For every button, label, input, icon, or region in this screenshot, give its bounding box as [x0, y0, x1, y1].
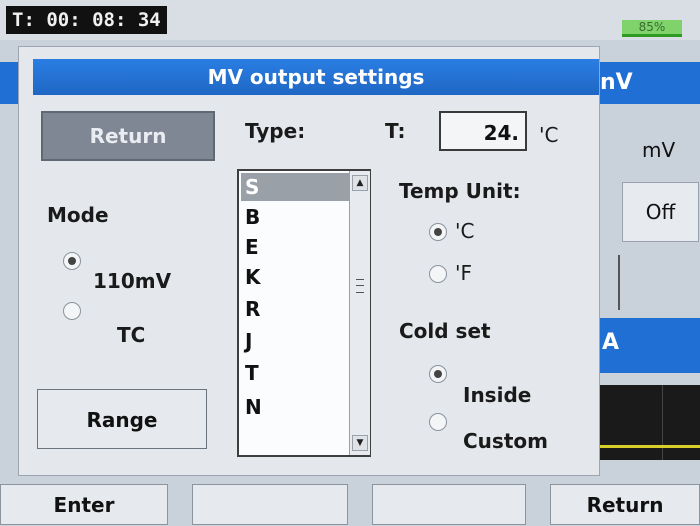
- off-button[interactable]: Off: [622, 182, 699, 242]
- mode-tc-label: TC: [117, 323, 146, 347]
- scroll-thumb[interactable]: [356, 279, 364, 293]
- cold-set-inside-label: Inside: [463, 383, 532, 407]
- temperature-value-field[interactable]: 24.: [439, 111, 527, 151]
- timer-display: T: 00: 08: 34: [6, 6, 167, 34]
- status-bar: T: 00: 08: 34 85%: [0, 0, 700, 40]
- temp-unit-f-label: 'F: [455, 261, 473, 285]
- scroll-down-icon[interactable]: ▼: [352, 435, 368, 451]
- list-item-s[interactable]: S: [241, 173, 349, 201]
- range-button[interactable]: Range: [37, 389, 207, 449]
- type-label: Type:: [245, 119, 306, 143]
- temp-unit-label: Temp Unit:: [399, 179, 521, 203]
- softkey-enter[interactable]: Enter: [0, 484, 168, 525]
- softkey-return[interactable]: Return: [550, 484, 700, 525]
- background-panel: A: [600, 318, 700, 373]
- cold-set-inside-radio[interactable]: [429, 365, 447, 383]
- softkey-2[interactable]: [192, 484, 348, 525]
- mv-output-settings-dialog: MV output settings Return Type: T: 24. '…: [18, 46, 600, 476]
- list-item-j[interactable]: J: [241, 327, 349, 355]
- list-item-b[interactable]: B: [241, 203, 349, 231]
- background-frame: [610, 255, 620, 310]
- list-item-n[interactable]: N: [241, 393, 349, 421]
- temp-unit-c-radio[interactable]: [429, 223, 447, 241]
- scroll-up-icon[interactable]: ▲: [352, 175, 368, 191]
- background-unit: mV: [642, 138, 676, 162]
- mode-110mv-radio[interactable]: [63, 252, 81, 270]
- t-label: T:: [385, 119, 406, 143]
- t-unit-label: 'C: [539, 123, 559, 147]
- graph-gridline: [662, 385, 663, 460]
- cold-set-custom-radio[interactable]: [429, 413, 447, 431]
- temp-unit-f-radio[interactable]: [429, 265, 447, 283]
- mode-110mv-label: 110mV: [93, 269, 172, 293]
- cold-set-label: Cold set: [399, 319, 491, 343]
- temp-unit-c-label: 'C: [455, 219, 475, 243]
- cold-set-custom-label: Custom: [463, 429, 548, 453]
- list-item-k[interactable]: K: [241, 263, 349, 291]
- softkey-3[interactable]: [372, 484, 526, 525]
- dialog-title: MV output settings: [33, 59, 599, 95]
- battery-indicator: 85%: [622, 20, 682, 37]
- graph-trace: [600, 445, 700, 448]
- list-item-t[interactable]: T: [241, 359, 349, 387]
- background-title: nV: [600, 70, 633, 95]
- list-item-r[interactable]: R: [241, 295, 349, 323]
- list-item-e[interactable]: E: [241, 233, 349, 261]
- list-scrollbar[interactable]: ▲ ▼: [349, 171, 370, 455]
- mode-tc-radio[interactable]: [63, 302, 81, 320]
- mode-label: Mode: [47, 203, 109, 227]
- return-button[interactable]: Return: [41, 111, 215, 161]
- background-panel-label: A: [602, 330, 620, 355]
- thermocouple-type-list[interactable]: S B E K R J T N ▲ ▼: [237, 169, 371, 457]
- background-graph: [600, 385, 700, 460]
